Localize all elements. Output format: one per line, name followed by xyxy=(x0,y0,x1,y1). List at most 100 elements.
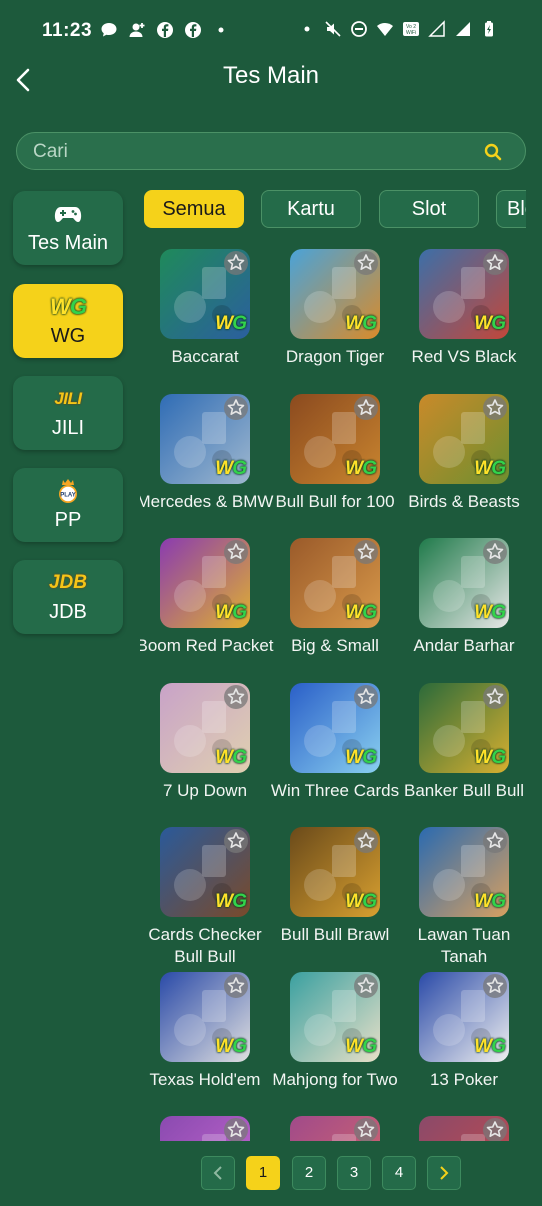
game-thumbnail: WG xyxy=(419,971,509,1062)
game-card[interactable]: WG Dragon Tiger xyxy=(270,245,400,385)
chevron-right-icon xyxy=(440,1166,449,1180)
favorite-star-icon[interactable] xyxy=(354,684,378,709)
game-card[interactable]: WG Win Three Cards xyxy=(270,679,400,819)
page-button-3[interactable]: 3 xyxy=(337,1156,371,1190)
chat-bubble-icon xyxy=(101,23,117,37)
game-card[interactable]: WG Banker Bull Bull xyxy=(399,679,529,819)
favorite-star-icon[interactable] xyxy=(224,395,248,420)
favorite-star-icon[interactable] xyxy=(224,251,248,275)
favorite-star-icon[interactable] xyxy=(483,540,507,564)
signal-icon xyxy=(428,20,445,37)
provider-jili[interactable]: JILI JILI xyxy=(13,376,123,450)
game-card[interactable]: WG Cards Checker Bull Bull xyxy=(140,823,270,966)
game-card[interactable]: WG Mercedes & BMW xyxy=(140,390,273,530)
game-card[interactable]: WG Baccarat xyxy=(140,245,270,385)
signal-icon xyxy=(456,22,470,36)
favorite-star-icon[interactable] xyxy=(224,684,248,709)
favorite-star-icon[interactable] xyxy=(224,973,248,998)
search-icon[interactable] xyxy=(483,142,503,162)
game-card[interactable]: WG Lawan Tuan Tanah xyxy=(399,823,529,966)
game-card[interactable]: WG Bull Bull Brawl xyxy=(270,823,400,963)
tab-blo[interactable]: Blo xyxy=(496,190,526,228)
game-card[interactable]: WG xyxy=(270,1112,400,1141)
game-card[interactable]: WG Boom Red Packet xyxy=(140,534,274,674)
game-name: 13 Poker xyxy=(429,1069,499,1089)
page-button-1[interactable]: 1 xyxy=(246,1156,280,1190)
game-name: Mercedes & BMW xyxy=(140,491,274,511)
game-thumbnail: WG xyxy=(160,249,250,339)
game-name: Andar Barhar xyxy=(413,636,515,655)
favorite-star-icon[interactable] xyxy=(224,1118,248,1141)
game-name: Bull Bull for 100 xyxy=(275,491,395,511)
game-card[interactable]: WG 7 Up Down xyxy=(140,679,270,819)
category-tabs: Semua Kartu Slot Blo xyxy=(144,190,526,230)
game-card[interactable]: WG Bull Bull for 100 xyxy=(270,390,400,530)
provider-wg[interactable]: WG WG xyxy=(13,284,123,358)
tab-kartu[interactable]: Kartu xyxy=(261,190,361,228)
search-input[interactable] xyxy=(31,133,475,171)
game-thumbnail: WG xyxy=(290,827,380,917)
game-thumbnail: WG xyxy=(290,393,380,484)
favorite-star-icon[interactable] xyxy=(354,540,378,564)
game-name: Birds & Beasts xyxy=(408,491,520,511)
favorite-star-icon[interactable] xyxy=(483,684,507,709)
favorite-star-icon[interactable] xyxy=(224,540,248,564)
svg-text:PLAY: PLAY xyxy=(60,493,75,499)
chevron-left-icon xyxy=(213,1166,222,1180)
dot-icon xyxy=(304,26,310,32)
game-name: Win Three Cards xyxy=(270,780,400,800)
favorite-star-icon[interactable] xyxy=(354,251,378,275)
provider-tes-main[interactable]: Tes Main xyxy=(13,191,123,265)
wg-badge: WG xyxy=(215,457,247,479)
tab-semua[interactable]: Semua xyxy=(144,190,244,228)
favorite-star-icon[interactable] xyxy=(483,251,507,275)
favorite-star-icon[interactable] xyxy=(354,1118,378,1141)
provider-jdb[interactable]: JDB JDB xyxy=(13,560,123,634)
game-name: Big & Small xyxy=(291,636,379,655)
page-button-4[interactable]: 4 xyxy=(382,1156,416,1190)
page-button-2[interactable]: 2 xyxy=(292,1156,326,1190)
favorite-star-icon[interactable] xyxy=(483,1118,507,1141)
wg-badge: WG xyxy=(345,313,377,334)
game-card[interactable]: WG Big & Small xyxy=(270,534,400,674)
jili-logo: JILI xyxy=(54,389,82,408)
wg-badge: WG xyxy=(345,457,377,479)
tab-slot[interactable]: Slot xyxy=(379,190,479,228)
game-thumbnail: WG xyxy=(160,538,250,628)
wg-badge: WG xyxy=(215,891,247,912)
provider-label: JDB xyxy=(49,601,87,623)
favorite-star-icon[interactable] xyxy=(483,829,507,853)
game-thumbnail: WG xyxy=(419,249,509,339)
facebook-icon xyxy=(185,22,201,38)
game-card[interactable]: WG 13 Poker xyxy=(399,968,529,1108)
wg-badge: WG xyxy=(474,1035,506,1057)
status-time: 11:23 xyxy=(42,20,93,41)
favorite-star-icon[interactable] xyxy=(224,829,248,853)
game-card[interactable]: WG Texas Hold'em xyxy=(140,968,270,1108)
favorite-star-icon[interactable] xyxy=(354,973,378,998)
next-page-button[interactable] xyxy=(427,1156,461,1190)
game-card[interactable]: WG Mahjong for Two xyxy=(270,968,400,1108)
game-card[interactable]: WG xyxy=(399,1112,529,1141)
wg-badge: WG xyxy=(345,1035,377,1057)
game-thumbnail: WG xyxy=(290,249,380,339)
game-card[interactable]: WG Birds & Beasts xyxy=(399,390,529,530)
mute-icon xyxy=(325,21,341,37)
favorite-star-icon[interactable] xyxy=(483,395,507,420)
favorite-star-icon[interactable] xyxy=(483,973,507,998)
game-thumbnail: WG xyxy=(160,827,250,917)
game-name: Red VS Black xyxy=(411,347,517,366)
page-title: Tes Main xyxy=(222,62,320,89)
wg-logo: WG xyxy=(50,294,87,319)
favorite-star-icon[interactable] xyxy=(354,829,378,853)
favorite-star-icon[interactable] xyxy=(354,395,378,420)
game-card[interactable]: WG xyxy=(140,1112,270,1141)
game-card[interactable]: WG Andar Barhar xyxy=(399,534,529,674)
jdb-logo: JDB xyxy=(48,572,87,593)
battery-charging-icon xyxy=(485,21,493,37)
prev-page-button[interactable] xyxy=(201,1156,235,1190)
wg-badge: WG xyxy=(474,746,506,768)
game-card[interactable]: WG Red VS Black xyxy=(399,245,529,385)
game-thumbnail: WG xyxy=(160,971,250,1062)
provider-pp[interactable]: PLAY PP xyxy=(13,468,123,542)
